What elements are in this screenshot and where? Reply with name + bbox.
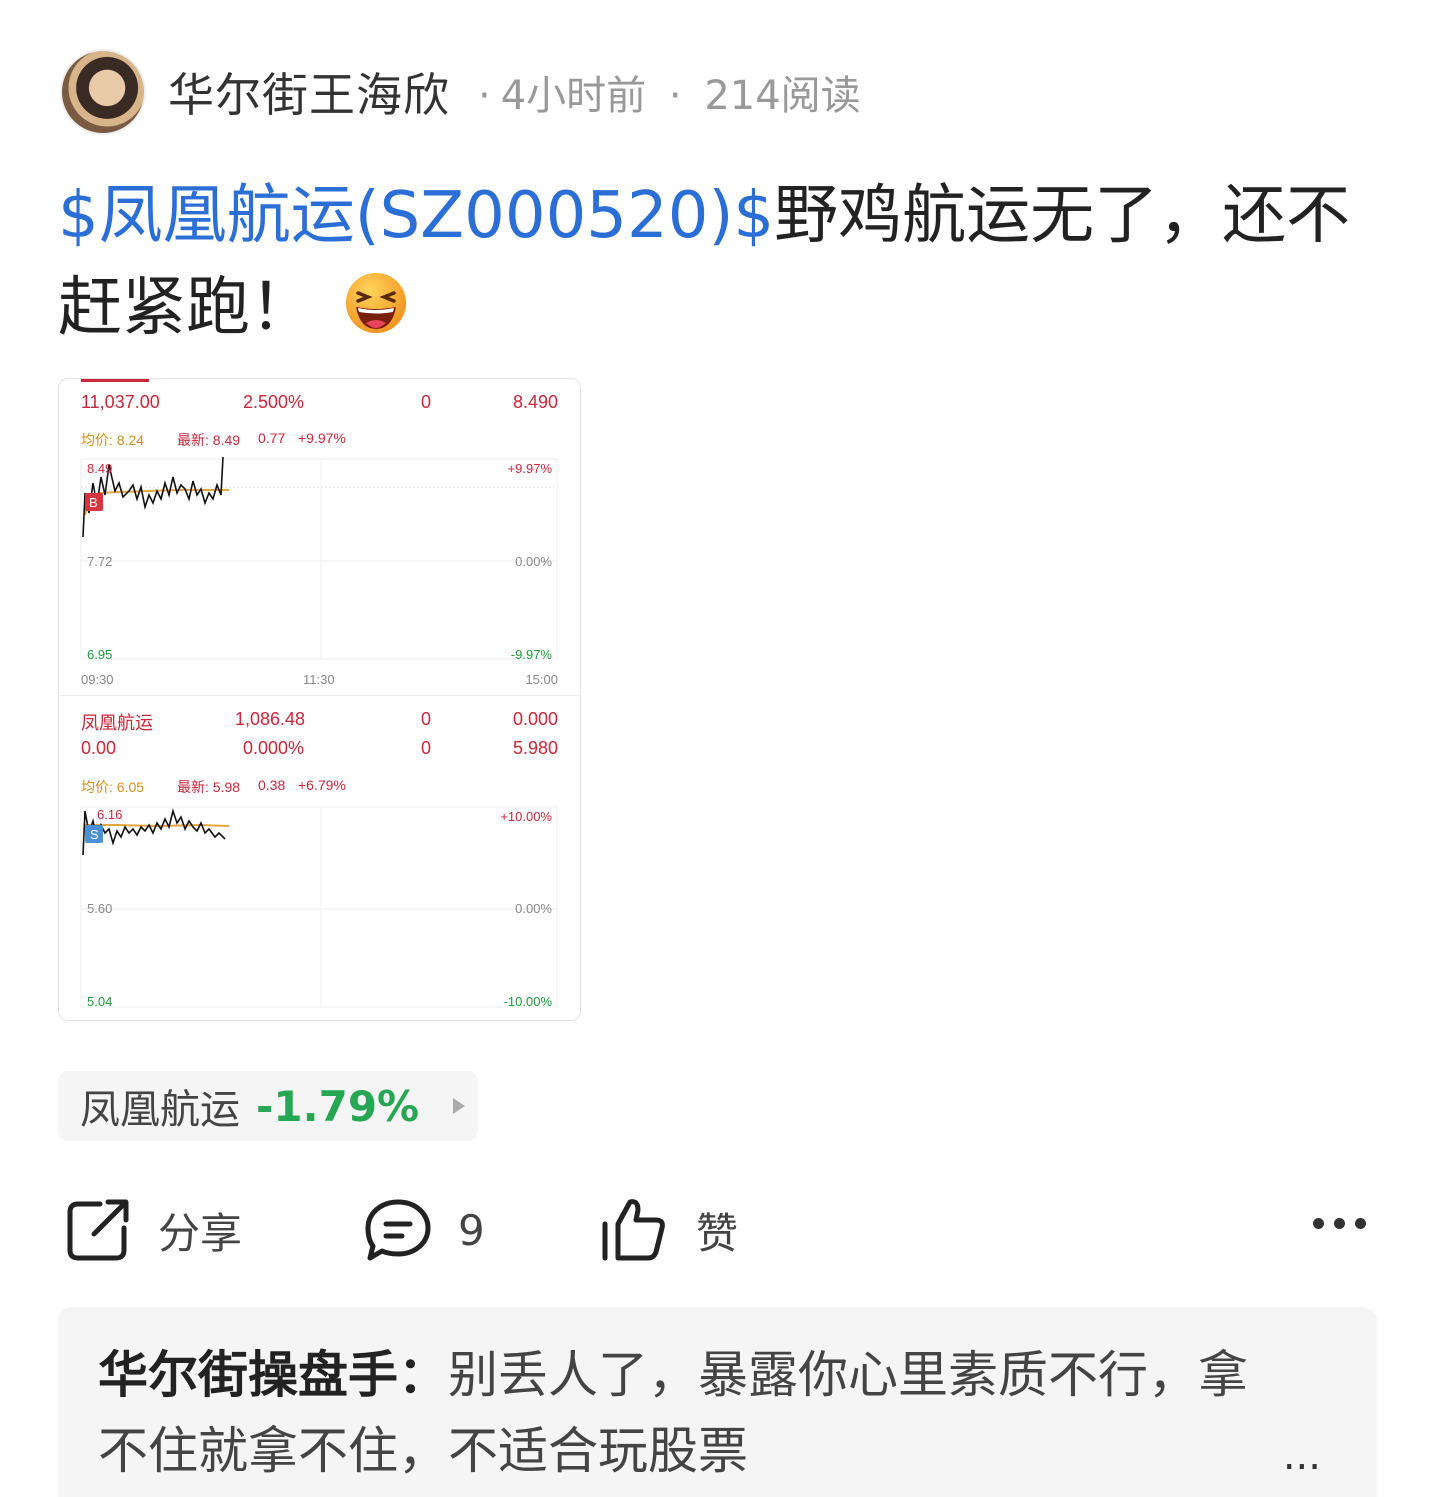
row3-col3: 0 bbox=[421, 738, 432, 758]
panel1-latest: 最新: 8.49 bbox=[177, 432, 241, 448]
panel1-time-end: 15:00 bbox=[525, 672, 558, 687]
panel1-pct-bottom: -9.97% bbox=[510, 647, 552, 662]
panel2-intraday-chart: S bbox=[80, 806, 558, 1008]
comment-content: 华尔街操盘手：别丢人了，暴露你心里素质不行，拿不住就拿不住，不适合玩股票 bbox=[98, 1337, 1268, 1489]
chevron-right-icon bbox=[453, 1098, 466, 1114]
panel2-price-bottom: 5.04 bbox=[87, 994, 113, 1009]
panel1-change: 0.77 bbox=[258, 430, 286, 446]
post-action-bar: 分享 9 赞 bbox=[60, 1190, 1380, 1270]
panel2-sell-marker: S bbox=[90, 827, 99, 842]
panel2-avg: 均价: 6.05 bbox=[81, 779, 145, 795]
meta-separator: · bbox=[478, 73, 491, 119]
post-header: 华尔街王海欣 · 4小时前 · 214阅读 bbox=[60, 46, 861, 138]
row1-col4: 8.490 bbox=[513, 392, 559, 412]
panel1-pct-mid: 0.00% bbox=[515, 554, 552, 569]
share-button[interactable]: 分享 bbox=[64, 1190, 242, 1270]
post-time: 4小时前 bbox=[500, 73, 647, 119]
stock-chart-screenshot[interactable]: ▬▬▬▬ 11,037.00 2.500% 0 8.490 均价: 8.24 最… bbox=[58, 378, 581, 1021]
panel2-change: 0.38 bbox=[258, 777, 286, 793]
row3-col4: 5.980 bbox=[513, 738, 559, 758]
stock-quote-chip[interactable]: 凤凰航运 -1.79% bbox=[58, 1071, 478, 1141]
more-options-icon[interactable] bbox=[1313, 1218, 1366, 1229]
row3-col1: 0.00 bbox=[81, 738, 117, 758]
panel2-latest: 最新: 5.98 bbox=[177, 779, 241, 795]
row1-col2: 2.500% bbox=[243, 392, 305, 412]
panel2-pct-bottom: -10.00% bbox=[503, 994, 552, 1009]
more-dot bbox=[1334, 1218, 1345, 1229]
panel1-time-mid: 11:30 bbox=[303, 672, 335, 687]
like-label: 赞 bbox=[696, 1208, 739, 1258]
author-name[interactable]: 华尔街王海欣 bbox=[168, 59, 450, 125]
panel1-price-mid: 7.72 bbox=[87, 554, 113, 569]
panel2-pct-top: +10.00% bbox=[500, 809, 552, 824]
panel1-price-top: 8.49 bbox=[87, 461, 113, 476]
panel2-pct: +6.79% bbox=[298, 777, 346, 793]
top-comment-preview[interactable]: 华尔街操盘手：别丢人了，暴露你心里素质不行，拿不住就拿不住，不适合玩股票 ... bbox=[58, 1307, 1377, 1497]
row1-col3: 0 bbox=[421, 392, 432, 412]
comment-author[interactable]: 华尔街操盘手： bbox=[98, 1346, 448, 1404]
meta-separator: · bbox=[656, 73, 695, 119]
laughing-emoji-icon bbox=[346, 273, 406, 333]
cut-off-row: ▬▬▬▬ bbox=[81, 379, 149, 387]
more-dot bbox=[1355, 1218, 1366, 1229]
comment-count: 9 bbox=[458, 1205, 485, 1255]
comment-icon bbox=[365, 1199, 431, 1261]
panel1-time-start: 09:30 bbox=[81, 672, 114, 687]
panel1-pct: +9.97% bbox=[298, 430, 346, 446]
comment-expand-ellipsis[interactable]: ... bbox=[1283, 1433, 1321, 1479]
more-dot bbox=[1313, 1218, 1324, 1229]
post-meta: · 4小时前 · 214阅读 bbox=[468, 63, 861, 121]
panel-divider bbox=[59, 695, 580, 696]
share-label: 分享 bbox=[158, 1208, 243, 1258]
panel1-intraday-chart: B bbox=[80, 456, 558, 660]
panel2-pct-mid: 0.00% bbox=[515, 901, 552, 916]
row1-col1: 11,037.00 bbox=[81, 392, 160, 412]
chip-stock-change: -1.79% bbox=[256, 1081, 420, 1131]
share-icon bbox=[67, 1199, 129, 1261]
panel1-avg: 均价: 8.24 bbox=[81, 432, 145, 448]
chip-stock-name: 凤凰航运 bbox=[80, 1087, 240, 1133]
post-reads: 214阅读 bbox=[704, 73, 861, 119]
row2-col4: 0.000 bbox=[513, 709, 559, 729]
panel2-price-top: 6.16 bbox=[97, 807, 123, 822]
row2-col3: 0 bbox=[421, 709, 432, 729]
post-content: $凤凰航运(SZ000520)$野鸡航运无了，还不赶紧跑！ bbox=[58, 170, 1388, 354]
row3-col2: 0.000% bbox=[243, 738, 305, 758]
panel1-buy-marker: B bbox=[89, 495, 98, 510]
row2-col1: 凤凰航运 bbox=[81, 713, 153, 733]
row2-col2: 1,086.48 bbox=[235, 709, 306, 729]
panel1-pct-top: +9.97% bbox=[507, 461, 552, 476]
panel1-price-bottom: 6.95 bbox=[87, 647, 113, 662]
stock-mention-link[interactable]: $凤凰航运(SZ000520)$ bbox=[58, 179, 774, 253]
panel2-price-mid: 5.60 bbox=[87, 901, 113, 916]
thumbs-up-icon bbox=[602, 1199, 665, 1261]
author-avatar[interactable] bbox=[60, 49, 146, 135]
like-button[interactable]: 赞 bbox=[600, 1190, 738, 1270]
comment-button[interactable]: 9 bbox=[364, 1190, 485, 1270]
